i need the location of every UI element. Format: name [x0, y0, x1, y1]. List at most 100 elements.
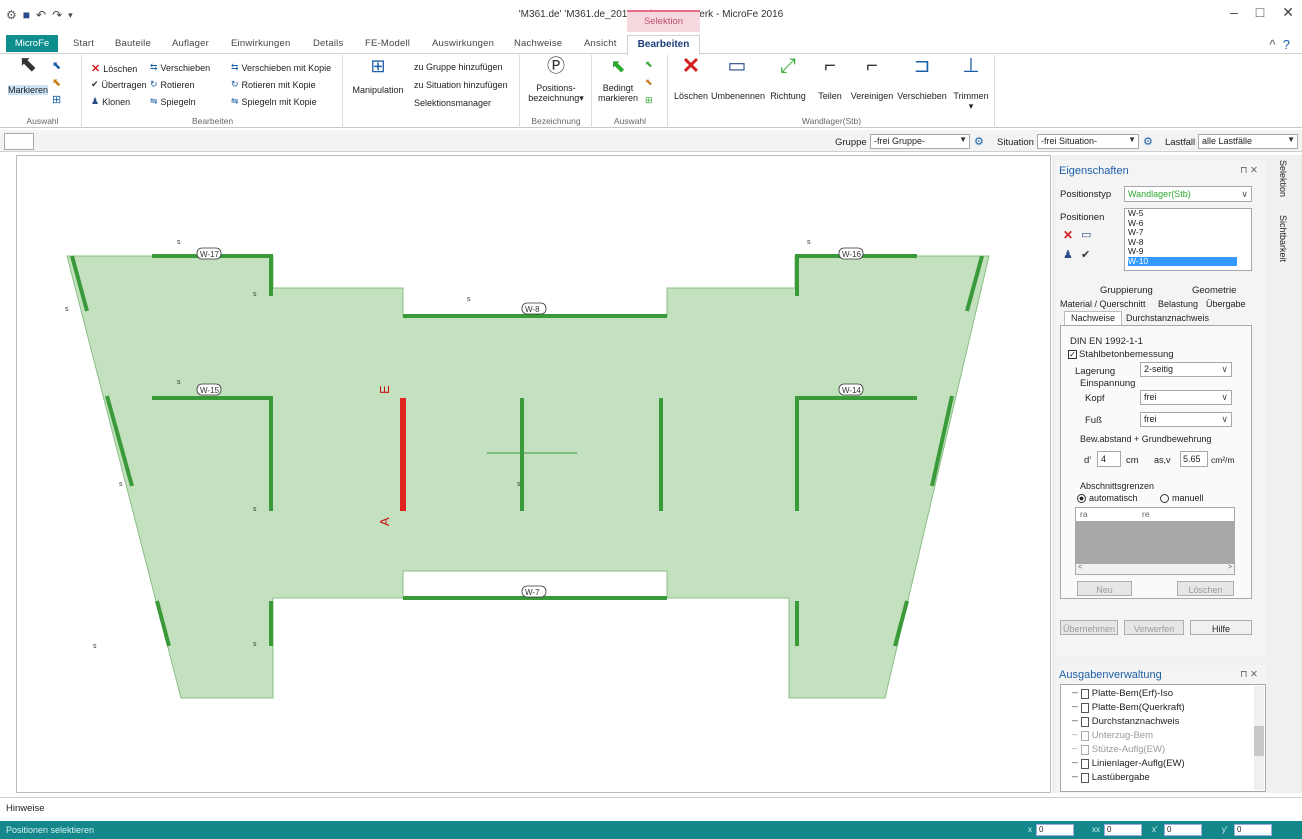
neu-button[interactable]: Neu [1077, 581, 1132, 596]
fuss-select[interactable]: frei ∨ [1140, 412, 1232, 427]
wl-teilen-button[interactable]: ⌐ Teilen [813, 56, 847, 101]
list-item[interactable]: W-6 [1128, 218, 1251, 229]
tab-ansicht[interactable]: Ansicht [584, 38, 617, 49]
gruppe-settings-icon[interactable]: ⚙ [974, 135, 984, 148]
stahlbeton-checkbox[interactable]: ✓ Stahlbetonbemessung [1068, 349, 1174, 360]
positionen-list[interactable]: W-5 W-6 W-7 W-8 W-9 W-10 [1124, 208, 1252, 271]
table-scrollbar[interactable]: < > [1076, 564, 1234, 574]
radio-automatisch[interactable]: automatisch [1077, 493, 1138, 503]
spiegeln-kopie-button[interactable]: ⇋ Spiegeln mit Kopie [231, 96, 317, 107]
tab-sichtbarkeit[interactable]: Sichtbarkeit [1278, 215, 1288, 262]
slab[interactable] [66, 255, 990, 699]
select-green-icon[interactable]: ⬉ [645, 59, 653, 70]
tab-geometrie[interactable]: Geometrie [1192, 285, 1236, 296]
floor-plan[interactable]: E A W-17 W-16 W-8 W-15 W-14 W-7 s s s s s s… [17, 156, 1052, 794]
markieren-button[interactable]: ⬉ Markieren [8, 53, 48, 95]
tree-item[interactable]: ┄ Durchstanznachweis [1072, 716, 1179, 727]
tab-uebergabe[interactable]: Übergabe [1206, 299, 1246, 309]
tab-durchstanznachweis[interactable]: Durchstanznachweis [1126, 313, 1209, 323]
spiegeln-button[interactable]: ⇋ Spiegeln [150, 96, 196, 107]
select-grid-2-icon[interactable]: ⊞ [645, 95, 653, 106]
collapse-ribbon-icon[interactable]: ^ [1269, 37, 1275, 52]
tree-item[interactable]: ┄ Lastübergabe [1072, 772, 1150, 783]
tab-fe-modell[interactable]: FE-Modell [365, 38, 410, 49]
wl-loeschen-button[interactable]: ✕ Löschen [673, 55, 709, 102]
drawing-canvas[interactable]: E A W-17 W-16 W-8 W-15 W-14 W-7 s s s s s s… [16, 155, 1051, 793]
verschieben-button[interactable]: ⇆ Verschieben [150, 62, 210, 73]
positionstyp-select[interactable]: Wandlager(Stb) ∨ [1124, 186, 1252, 202]
close-icon[interactable]: ✕ [1282, 4, 1294, 21]
tab-selektion[interactable]: Selektion [1278, 160, 1288, 197]
pos-transfer-icon[interactable]: ✔ [1081, 248, 1090, 261]
coord-x-input[interactable]: 0 [1036, 824, 1074, 836]
klonen-button[interactable]: ♟ Klonen [91, 96, 130, 107]
uebernehmen-button[interactable]: Übernehmen [1060, 620, 1118, 635]
rotieren-kopie-button[interactable]: ↻ Rotieren mit Kopie [231, 79, 316, 90]
rotieren-button[interactable]: ↻ Rotieren [150, 79, 195, 90]
select-orange-icon[interactable]: ⬉ [645, 77, 653, 88]
radio-manuell[interactable]: manuell [1160, 493, 1204, 503]
as-input[interactable]: 5.65 [1180, 451, 1208, 467]
tab-einwirkungen[interactable]: Einwirkungen [231, 38, 290, 49]
coord-z-input[interactable]: 0 [1164, 824, 1202, 836]
wl-verschieben-button[interactable]: ⊐ Verschieben [897, 56, 947, 101]
select-window-icon[interactable]: ⬉ [52, 59, 61, 72]
kopf-select[interactable]: frei ∨ [1140, 390, 1232, 405]
tab-start[interactable]: Start [73, 38, 94, 49]
coord-w-input[interactable]: 0 [1234, 824, 1272, 836]
tab-nachweise[interactable]: Nachweise [514, 38, 562, 49]
minimize-icon[interactable]: – [1230, 4, 1238, 21]
tab-bauteile[interactable]: Bauteile [115, 38, 151, 49]
lagerung-select[interactable]: 2-seitig ∨ [1140, 362, 1232, 377]
select-fence-icon[interactable]: ⬉ [52, 76, 61, 89]
tab-auflager[interactable]: Auflager [172, 38, 209, 49]
verschieben-kopie-button[interactable]: ⇆ Verschieben mit Kopie [231, 62, 331, 73]
uebertragen-button[interactable]: ✔ Übertragen [91, 79, 147, 90]
tree-item[interactable]: ┄ Platte-Bem(Erf)-Iso [1072, 688, 1173, 699]
zu-gruppe-button[interactable]: zu Gruppe hinzufügen [414, 62, 503, 72]
loeschen-button[interactable]: ✕ Löschen [91, 62, 137, 75]
ausgaben-pin-icon[interactable]: ⊓ ✕ [1240, 669, 1258, 680]
abschnitt-table[interactable]: ra re < > [1075, 507, 1235, 575]
wl-vereinigen-button[interactable]: ⌐ Vereinigen [849, 56, 895, 101]
positionsbezeichnung-button[interactable]: Ⓟ Positions- bezeichnung▾ [523, 57, 589, 103]
tab-microfe[interactable]: MicroFe [6, 35, 58, 52]
tree-item[interactable]: ┄ Platte-Bem(Querkraft) [1072, 702, 1185, 713]
wl-trimmen-button[interactable]: ⊥ Trimmen ▾ [951, 56, 991, 111]
list-item-selected[interactable]: W-10 [1128, 256, 1237, 266]
selektionsmanager-button[interactable]: Selektionsmanager [414, 98, 491, 108]
pos-clone-icon[interactable]: ♟ [1063, 248, 1073, 261]
tab-details[interactable]: Details [313, 38, 343, 49]
verwerfen-button[interactable]: Verwerfen [1124, 620, 1184, 635]
select-grid-icon[interactable]: ⊞ [52, 93, 61, 106]
bedingt-markieren-button[interactable]: ⬉ Bedingt markieren [595, 57, 641, 103]
manipulation-button[interactable]: ⊞ Manipulation [348, 57, 408, 95]
list-item[interactable]: W-7 [1128, 227, 1251, 238]
hilfe-button[interactable]: Hilfe [1190, 620, 1252, 635]
maximize-icon[interactable]: □ [1256, 4, 1264, 21]
tab-auswirkungen[interactable]: Auswirkungen [432, 38, 494, 49]
situation-select[interactable]: -frei Situation- ▼ [1037, 134, 1139, 149]
pos-rename-icon[interactable]: ▭ [1081, 228, 1091, 241]
zu-situation-button[interactable]: zu Situation hinzufügen [414, 80, 508, 90]
situation-settings-icon[interactable]: ⚙ [1143, 135, 1153, 148]
wl-umbenennen-button[interactable]: ▭ Umbenennen [711, 56, 765, 101]
tree-item[interactable]: ┄ Stütze-Auflg(EW) [1072, 744, 1165, 755]
ausgaben-scrollbar[interactable] [1254, 686, 1264, 790]
tab-belastung[interactable]: Belastung [1158, 299, 1198, 309]
tab-gruppierung[interactable]: Gruppierung [1100, 285, 1153, 296]
help-icon[interactable]: ? [1283, 37, 1290, 52]
pos-delete-icon[interactable]: ✕ [1063, 228, 1073, 242]
gruppe-select[interactable]: -frei Gruppe- ▼ [870, 134, 970, 149]
d-input[interactable]: 4 [1097, 451, 1121, 467]
option-bar-field[interactable] [4, 133, 34, 150]
coord-y-input[interactable]: 0 [1104, 824, 1142, 836]
lastfall-select[interactable]: alle Lastfälle ▼ [1198, 134, 1298, 149]
wl-richtung-button[interactable]: ⤢ Richtung [767, 56, 809, 101]
tree-item[interactable]: ┄ Unterzug-Bem [1072, 730, 1153, 741]
tab-material[interactable]: Material / Querschnitt [1060, 299, 1146, 309]
tab-nachweise-panel[interactable]: Nachweise [1064, 311, 1122, 325]
tree-item[interactable]: ┄ Linienlager-Auflg(EW) [1072, 758, 1185, 769]
panel-pin-icon[interactable]: ⊓ ✕ [1240, 165, 1258, 176]
list-item[interactable]: W-5 [1128, 208, 1251, 219]
